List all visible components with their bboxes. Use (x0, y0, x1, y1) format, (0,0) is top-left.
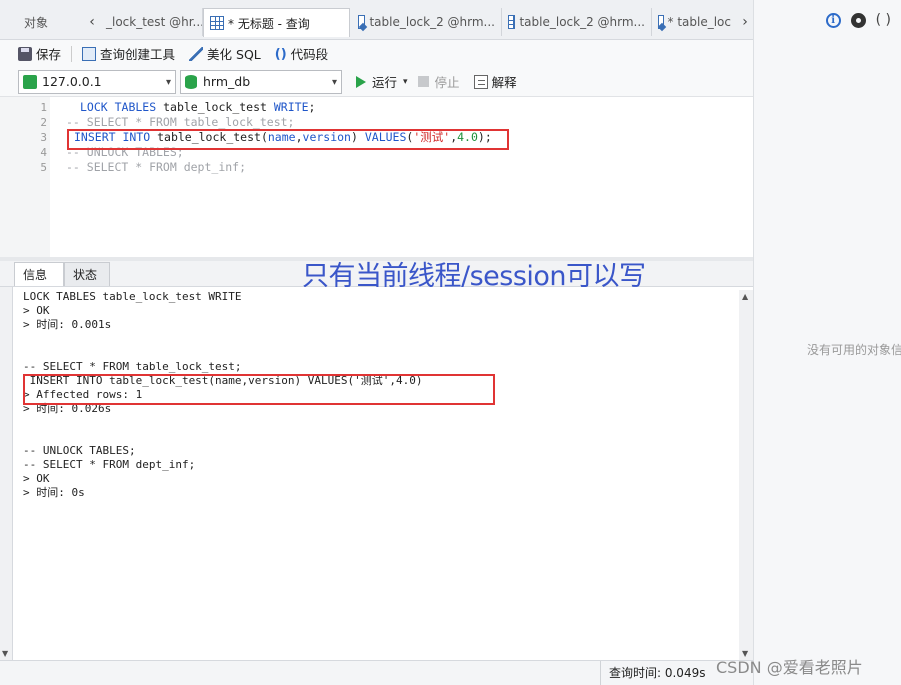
tab-scroll-right-button[interactable]: › (737, 8, 753, 36)
save-button[interactable]: 保存 (18, 44, 61, 63)
message-line: LOCK TABLES table_lock_test WRITE (23, 290, 242, 303)
explain-label: 解释 (491, 75, 517, 90)
query-builder-label: 查询创建工具 (100, 47, 176, 62)
tab-info[interactable]: 信息 (14, 262, 64, 286)
tab-bar: 对象 ‹ _lock_test @hr... * 无标题 - 查询 table_… (0, 0, 753, 40)
tab-untitled-query[interactable]: * 无标题 - 查询 (203, 8, 350, 37)
tab-label: _lock_test @hr... (106, 15, 203, 29)
preview-icon[interactable] (850, 12, 866, 28)
message-line: > 时间: 0s (23, 486, 85, 499)
message-output: LOCK TABLES table_lock_test WRITE > OK > 时… (12, 287, 739, 660)
highlight-box-insert (67, 129, 509, 150)
tab-status-label: 状态 (73, 268, 98, 282)
info-icon[interactable]: i (825, 12, 841, 28)
chevron-down-icon: ▾ (165, 76, 171, 88)
database-icon (185, 74, 197, 89)
parentheses-icon: () (274, 46, 287, 62)
tab-scroll-left-button[interactable]: ‹ (84, 8, 100, 36)
code-text: LOCK TABLES table_lock_test WRITE; (80, 100, 315, 115)
toolbar-divider (71, 45, 73, 62)
message-line: -- SELECT * FROM table_lock_test; (23, 360, 242, 373)
code-token: WRITE (273, 100, 309, 114)
left-scrollbar[interactable]: ▼ (0, 287, 12, 660)
query-time: 查询时间: 0.049s (600, 661, 705, 685)
beautify-label: 美化 SQL (207, 47, 261, 62)
line-number: 3 (40, 131, 47, 144)
connection-select[interactable]: 127.0.0.1 ▾ (18, 69, 176, 94)
empty-object-message: 没有可用的对象信息 (807, 343, 901, 357)
app-window: 对象 ‹ _lock_test @hr... * 无标题 - 查询 table_… (0, 0, 901, 685)
snippet-label: 代码段 (290, 47, 329, 62)
query-builder-icon (82, 46, 97, 61)
tab-table-lock-2-table[interactable]: table_lock_2 @hrm... (502, 8, 652, 36)
panel-icons: i ( ) (825, 12, 891, 28)
save-icon (18, 46, 32, 61)
message-line: > OK (23, 304, 50, 317)
run-button[interactable]: 运行 ▾ (356, 72, 408, 91)
magic-wand-icon (189, 46, 204, 61)
run-dropdown-icon[interactable]: ▾ (403, 77, 408, 87)
code-token: -- SELECT * FROM table_lock_test; (66, 115, 295, 129)
scroll-down-icon[interactable]: ▼ (2, 649, 8, 658)
connection-value: 127.0.0.1 (42, 74, 102, 89)
table-icon (210, 16, 224, 30)
stop-label: 停止 (434, 75, 460, 90)
tab-label: table_lock_2 @hrm... (369, 15, 495, 29)
line-number: 2 (40, 116, 47, 129)
explain-icon (473, 74, 488, 89)
tab-label: 对象 (24, 15, 49, 30)
code-token: LOCK TABLES (80, 100, 164, 114)
scroll-up-icon[interactable]: ▲ (742, 292, 748, 301)
message-line: -- SELECT * FROM dept_inf; (23, 458, 196, 471)
code-text: -- SELECT * FROM table_lock_test; (66, 115, 294, 130)
tab-table-lock-2-query[interactable]: table_lock_2 @hrm... (352, 8, 502, 36)
code-snippet-button[interactable]: () 代码段 (275, 44, 328, 63)
code-token: table_lock_test (163, 100, 274, 114)
object-info-panel: i ( ) 没有可用的对象信息 (753, 0, 901, 685)
code-token: ; (308, 100, 316, 114)
query-icon (658, 15, 664, 29)
code-token: -- SELECT * FROM dept_inf; (66, 160, 247, 174)
run-label: 运行 (372, 75, 398, 90)
tab-lock-test-table[interactable]: _lock_test @hr... (100, 8, 203, 36)
query-builder-button[interactable]: 查询创建工具 (82, 44, 175, 63)
message-line: > 时间: 0.001s (23, 318, 112, 331)
play-icon (356, 75, 366, 88)
tab-label: table_lock_2 @hrm... (519, 15, 645, 29)
highlight-box-result (23, 374, 495, 405)
connection-bar: 127.0.0.1 ▾ hrm_db ▾ 运行 ▾ 停止 解释 (0, 67, 753, 97)
message-line: -- UNLOCK TABLES; (23, 444, 136, 457)
explain-button[interactable]: 解释 (473, 72, 517, 91)
ddl-icon[interactable]: ( ) (876, 12, 891, 28)
tab-table-loc[interactable]: * table_loc (652, 8, 737, 36)
line-number: 4 (40, 146, 47, 159)
line-number: 1 (40, 101, 47, 114)
tab-label: * 无标题 - 查询 (228, 16, 310, 31)
sql-editor[interactable]: 1 LOCK TABLES table_lock_test WRITE; 2 -- S… (0, 97, 753, 257)
tab-objects[interactable]: 对象 (18, 8, 84, 36)
tab-info-label: 信息 (23, 268, 48, 282)
line-number: 5 (40, 161, 47, 174)
beautify-sql-button[interactable]: 美化 SQL (189, 44, 261, 63)
connection-icon (23, 74, 37, 89)
database-value: hrm_db (203, 74, 251, 89)
table-icon (508, 15, 516, 29)
code-text: -- SELECT * FROM dept_inf; (66, 160, 246, 175)
watermark: CSDN @爱看老照片 (716, 658, 863, 677)
tab-label: * table_loc (667, 15, 731, 29)
save-label: 保存 (36, 47, 62, 62)
message-line: > OK (23, 472, 50, 485)
tab-status[interactable]: 状态 (64, 262, 110, 286)
vertical-scrollbar[interactable]: ▲ ▼ (739, 290, 753, 660)
chevron-down-icon: ▾ (331, 76, 337, 88)
stop-icon (417, 76, 429, 87)
query-icon (358, 15, 366, 29)
query-toolbar: 保存 查询创建工具 美化 SQL () 代码段 (0, 40, 753, 67)
status-bar: 查询时间: 0.049s (0, 660, 753, 685)
database-select[interactable]: hrm_db ▾ (180, 69, 342, 94)
stop-button[interactable]: 停止 (417, 72, 460, 91)
